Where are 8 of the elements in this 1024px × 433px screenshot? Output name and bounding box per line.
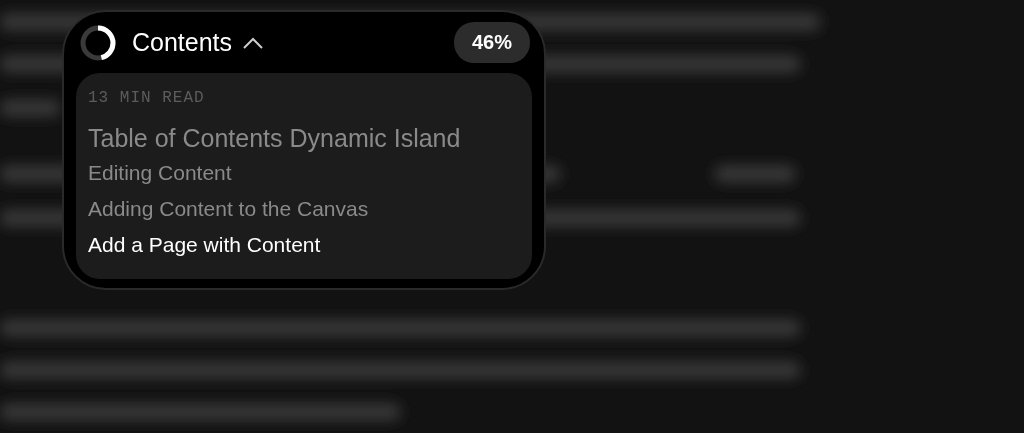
read-time: 13 MIN READ: [88, 89, 206, 107]
caret-up-icon[interactable]: [242, 35, 265, 50]
contents-title[interactable]: Contents: [132, 28, 233, 57]
toc-heading[interactable]: Table of Contents Dynamic Island: [88, 121, 520, 155]
toc-item[interactable]: Editing Content: [88, 155, 520, 191]
progress-badge: 46%: [453, 22, 530, 63]
toc-item[interactable]: Add a Page with Content: [88, 227, 520, 263]
toc-item[interactable]: Adding Content to the Canvas: [88, 191, 520, 227]
